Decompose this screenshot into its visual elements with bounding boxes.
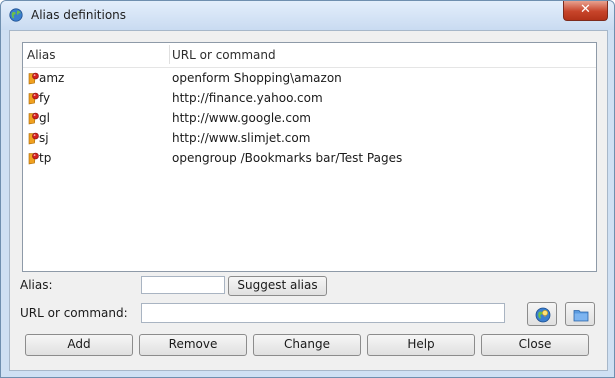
folder-icon [573,310,589,322]
row-alias: tp [39,151,52,165]
change-button[interactable]: Change [253,334,361,356]
row-url: openform Shopping\amazon [172,71,342,85]
window-close-button[interactable]: ✕ [563,1,608,21]
suggest-alias-button[interactable]: Suggest alias [228,276,327,296]
globe-bulb-icon [535,307,551,323]
globe-icon [9,8,23,22]
alias-definitions-window: Alias definitions ✕ Alias URL or command… [0,0,615,378]
bookmark-alias-icon [28,92,39,105]
list-row[interactable]: amz openform Shopping\amazon [23,69,596,89]
help-button[interactable]: Help [367,334,475,356]
bookmark-alias-icon [28,112,39,125]
url-label: URL or command: [20,306,128,320]
add-button[interactable]: Add [25,334,133,356]
remove-button[interactable]: Remove [139,334,247,356]
list-row[interactable]: tp opengroup /Bookmarks bar/Test Pages [23,149,596,169]
bookmark-alias-icon [28,132,39,145]
list-row[interactable]: gl http://www.google.com [23,109,596,129]
list-row[interactable]: fy http://finance.yahoo.com [23,89,596,109]
url-input[interactable] [141,303,505,323]
row-alias: amz [39,71,65,85]
row-url: http://www.slimjet.com [172,131,311,145]
row-alias: sj [39,131,49,145]
title-bar[interactable]: Alias definitions ✕ [1,1,614,30]
window-title: Alias definitions [31,8,127,22]
bookmark-alias-icon [28,72,39,85]
column-header-url[interactable]: URL or command [172,48,276,62]
row-alias: fy [39,91,51,105]
url-lookup-button[interactable] [527,302,557,326]
alias-label: Alias: [20,278,53,292]
list-row[interactable]: sj http://www.slimjet.com [23,129,596,149]
row-url: http://finance.yahoo.com [172,91,323,105]
row-url: opengroup /Bookmarks bar/Test Pages [172,151,403,165]
column-divider[interactable] [169,45,170,64]
list-header: Alias URL or command [23,43,596,68]
browse-folder-button[interactable] [565,302,595,326]
row-alias: gl [39,111,50,125]
close-button[interactable]: Close [481,334,589,356]
column-header-alias[interactable]: Alias [27,48,55,62]
alias-list[interactable]: Alias URL or command amz openform Shoppin… [22,42,597,272]
row-url: http://www.google.com [172,111,311,125]
dialog-body: Alias URL or command amz openform Shoppin… [9,30,608,371]
bookmark-alias-icon [28,152,39,165]
alias-input[interactable] [141,276,225,294]
